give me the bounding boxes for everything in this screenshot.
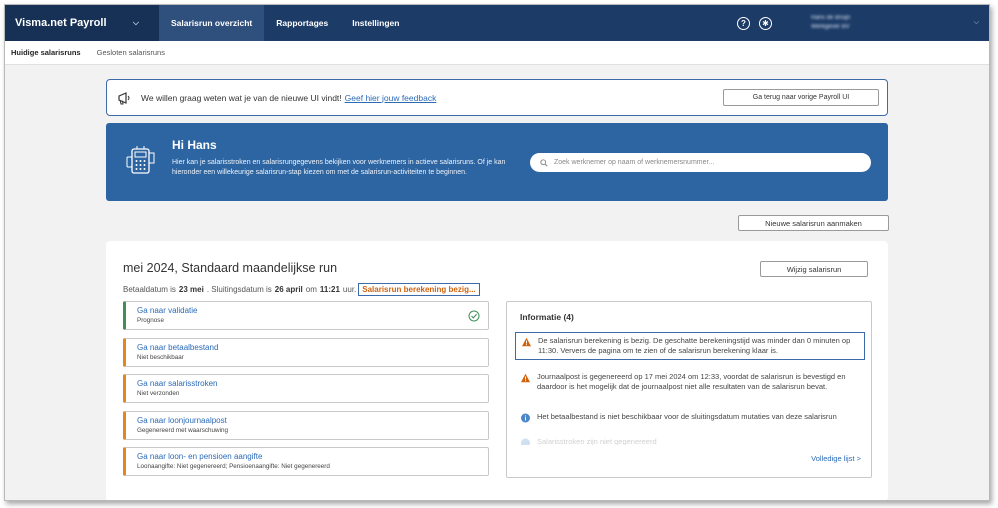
accessibility-icon[interactable]: ✱ — [759, 16, 772, 30]
information-panel: Informatie (4) De salarisrun berekening … — [506, 301, 872, 478]
salary-run-card: mei 2024, Standaard maandelijkse run Wij… — [106, 241, 888, 500]
step-title[interactable]: Ga naar loon- en pensioen aangifte — [137, 452, 488, 461]
step-salarisstroken[interactable]: Ga naar salarisstroken Niet verzonden — [123, 374, 489, 403]
info-text: Salarisstroken zijn niet gegenereerd — [537, 437, 657, 445]
info-text: Journaalpost is gegenereerd op 17 mei 20… — [537, 372, 846, 391]
run-dates: Betaaldatum is 23 mei . Sluitingsdatum i… — [123, 283, 480, 296]
run-title: mei 2024, Standaard maandelijkse run — [123, 261, 338, 275]
new-salary-run-button[interactable]: Nieuwe salarisrun aanmaken — [738, 215, 889, 231]
payroll-calculator-icon — [126, 146, 155, 174]
close-date-label: . Sluitingsdatum is — [206, 285, 272, 294]
megaphone-icon — [118, 91, 130, 104]
step-loon-pensioen-aangifte[interactable]: Ga naar loon- en pensioen aangifte Loona… — [123, 447, 489, 476]
app-window: Visma.net Payroll ⌵ Salarisrun overzicht… — [4, 4, 990, 501]
step-title[interactable]: Ga naar loonjournaalpost — [137, 416, 488, 425]
pay-date: 23 mei — [178, 285, 204, 294]
warning-icon — [522, 337, 531, 347]
uur-label: uur. — [342, 285, 357, 294]
top-navigation: Visma.net Payroll ⌵ Salarisrun overzicht… — [5, 5, 989, 41]
info-text: De salarisrun berekening is bezig. De ge… — [538, 336, 851, 355]
step-betaalbestand[interactable]: Ga naar betaalbestand Niet beschikbaar — [123, 338, 489, 367]
welcome-hero: Hi Hans Hier kan je salarisstroken en sa… — [106, 123, 888, 201]
nav-actions: ? ✱ Hans de Bruijn Werkgever BV ⌵ — [737, 5, 989, 41]
feedback-text: We willen graag weten wat je van de nieu… — [141, 92, 342, 103]
run-status: Salarisrun berekening bezig... — [358, 283, 480, 296]
step-status: Prognose — [137, 317, 164, 324]
chevron-down-icon: ⌵ — [973, 19, 979, 26]
warning-icon — [521, 373, 530, 383]
close-time: 11:21 — [319, 285, 340, 294]
step-status: Niet beschikbaar — [137, 354, 184, 361]
sub-navigation: Huidige salarisruns Gesloten salarisruns — [5, 41, 989, 65]
feedback-link[interactable]: Geef hier jouw feedback — [345, 93, 437, 103]
greeting-heading: Hi Hans — [172, 138, 217, 152]
step-title[interactable]: Ga naar validatie — [137, 306, 488, 315]
user-menu[interactable]: Hans de Bruijn Werkgever BV ⌵ — [803, 5, 989, 41]
tab-instellingen[interactable]: Instellingen — [340, 5, 411, 41]
info-title: Informatie (4) — [520, 312, 574, 322]
step-loonjournaalpost[interactable]: Ga naar loonjournaalpost Gegenereerd met… — [123, 411, 489, 440]
hero-description: Hier kan je salarisstroken en salarisrun… — [172, 159, 506, 176]
help-icon[interactable]: ? — [737, 16, 750, 30]
info-item: De salarisrun berekening is bezig. De ge… — [515, 332, 865, 360]
check-circle-icon — [468, 310, 480, 322]
step-validatie[interactable]: Ga naar validatie Prognose — [123, 301, 489, 330]
brand-name: Visma.net Payroll — [15, 17, 107, 29]
step-status: Gegenereerd met waarschuwing — [137, 427, 229, 434]
info-icon — [521, 438, 530, 445]
search-icon — [540, 158, 548, 167]
info-item: Salarisstroken zijn niet gegenereerd — [515, 437, 865, 445]
time-label: om — [305, 285, 317, 294]
tab-gesloten-salarisruns[interactable]: Gesloten salarisruns — [97, 48, 165, 57]
info-item: Journaalpost is gegenereerd op 17 mei 20… — [515, 372, 865, 392]
user-name: Hans de Bruijn — [811, 15, 851, 21]
edit-salary-run-button[interactable]: Wijzig salarisrun — [760, 261, 868, 277]
step-title[interactable]: Ga naar salarisstroken — [137, 379, 488, 388]
user-company: Werkgever BV — [811, 24, 850, 30]
chevron-down-icon: ⌵ — [132, 18, 139, 27]
step-title[interactable]: Ga naar betaalbestand — [137, 343, 488, 352]
info-icon — [521, 413, 530, 423]
tab-huidige-salarisruns[interactable]: Huidige salarisruns — [11, 48, 81, 57]
feedback-banner: We willen graag weten wat je van de nieu… — [106, 79, 888, 116]
employee-search-input[interactable]: Zoek werknemer op naam of werknemersnumm… — [530, 153, 871, 172]
info-item: Het betaalbestand is niet beschikbaar vo… — [515, 412, 865, 423]
step-status: Loonaangifte: Niet gegenereerd; Pensioen… — [137, 463, 330, 470]
full-list-link[interactable]: Volledige lijst > — [811, 454, 861, 463]
pay-date-label: Betaaldatum is — [123, 285, 176, 294]
tab-salarisrun-overzicht[interactable]: Salarisrun overzicht — [159, 5, 265, 41]
info-text: Het betaalbestand is niet beschikbaar vo… — [537, 412, 837, 421]
search-placeholder: Zoek werknemer op naam of werknemersnumm… — [554, 159, 715, 166]
tab-rapportages[interactable]: Rapportages — [264, 5, 340, 41]
close-date: 26 april — [274, 285, 303, 294]
step-status: Niet verzonden — [137, 390, 180, 397]
app-switcher[interactable]: Visma.net Payroll ⌵ — [5, 5, 159, 41]
back-to-old-ui-button[interactable]: Ga terug naar vorige Payroll UI — [723, 89, 879, 106]
